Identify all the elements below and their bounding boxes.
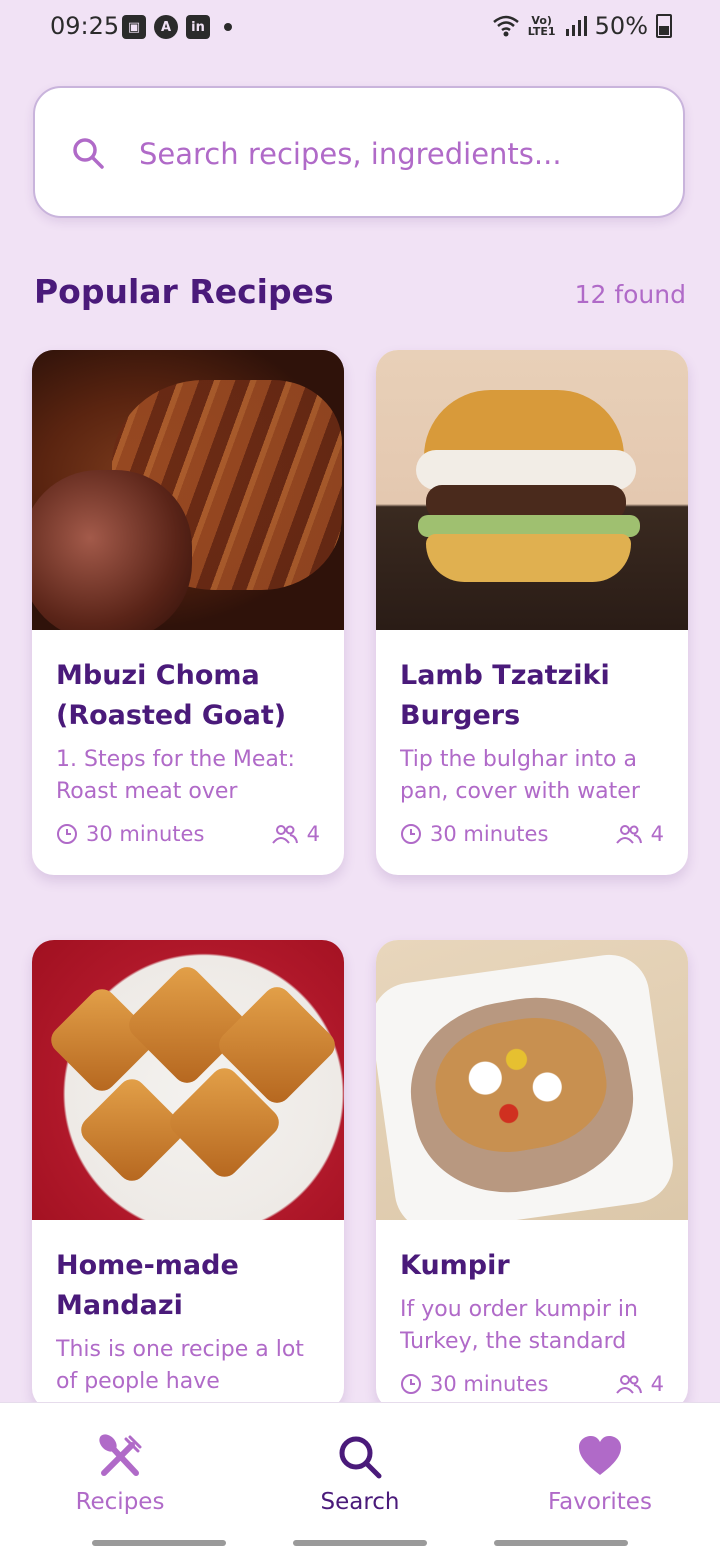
nav-favorites-label: Favorites [548, 1489, 652, 1515]
recipe-title: Kumpir [400, 1250, 510, 1281]
wifi-icon [492, 15, 519, 37]
more-notifications-icon [224, 23, 232, 31]
a-icon: A [154, 15, 178, 39]
search-icon [339, 1436, 382, 1479]
recipe-card[interactable]: Kumpir If you order kumpir in Turkey, th… [376, 940, 688, 1410]
status-time: 09:25 [50, 12, 120, 40]
fork-knife-icon [99, 1434, 142, 1476]
recipe-title: Home-made Mandazi [56, 1250, 239, 1321]
battery-percent: 50% [594, 12, 648, 40]
status-bar: 09:25 ▣ A in Vo) LTE1 50% [0, 0, 720, 54]
nav-search-label: Search [320, 1489, 400, 1515]
servings: 4 [650, 1372, 664, 1396]
cook-time: 30 minutes [430, 822, 549, 846]
recipe-card[interactable]: Lamb Tzatziki Burgers Tip the bulghar in… [376, 350, 688, 875]
search-input[interactable] [137, 124, 661, 184]
recipe-image [32, 350, 344, 630]
gesture-bar-right [494, 1540, 628, 1546]
battery-icon [656, 14, 672, 38]
recipe-description: This is one recipe a lot of people have … [56, 1337, 304, 1394]
clock-icon [401, 1374, 421, 1394]
nav-favorites[interactable]: Favorites [500, 1433, 700, 1515]
recipe-card[interactable]: Mbuzi Choma (Roasted Goat) 1. Steps for … [32, 350, 344, 875]
recipe-title: Lamb Tzatziki Burgers [400, 660, 610, 731]
nav-search[interactable]: Search [260, 1433, 460, 1515]
gesture-bar-left [92, 1540, 226, 1546]
recipe-image [376, 350, 688, 630]
gallery-icon: ▣ [122, 15, 146, 39]
people-icon [271, 825, 298, 844]
cook-time: 30 minutes [430, 1372, 549, 1396]
recipe-card[interactable]: Home-made Mandazi This is one recipe a l… [32, 940, 344, 1410]
results-count: 12 found [574, 280, 686, 309]
linkedin-icon: in [186, 15, 210, 39]
recipe-image [376, 940, 688, 1220]
recipe-title: Mbuzi Choma (Roasted Goat) [56, 660, 287, 731]
recipe-description: 1. Steps for the Meat: Roast meat over m… [56, 747, 295, 804]
signal-icon [565, 16, 587, 36]
people-icon [615, 825, 642, 844]
cook-time: 30 minutes [86, 822, 205, 846]
heart-icon [579, 1436, 621, 1475]
people-icon [615, 1375, 642, 1394]
recipe-description: If you order kumpir in Turkey, the stand… [400, 1297, 638, 1354]
clock-icon [57, 824, 77, 844]
recipe-description: Tip the bulghar into a pan, cover with w… [400, 747, 640, 804]
servings: 4 [650, 822, 664, 846]
gesture-bar-center [293, 1540, 427, 1546]
bottom-navigation: Recipes Search Favorites [0, 1402, 720, 1561]
nav-recipes-label: Recipes [75, 1489, 165, 1515]
network-label: Vo) LTE1 [527, 14, 556, 38]
search-icon [73, 138, 104, 169]
section-title: Popular Recipes [34, 272, 334, 311]
clock-icon [401, 824, 421, 844]
servings: 4 [306, 822, 320, 846]
search-bar[interactable] [33, 86, 685, 218]
recipe-image [32, 940, 344, 1220]
nav-recipes[interactable]: Recipes [20, 1433, 220, 1515]
